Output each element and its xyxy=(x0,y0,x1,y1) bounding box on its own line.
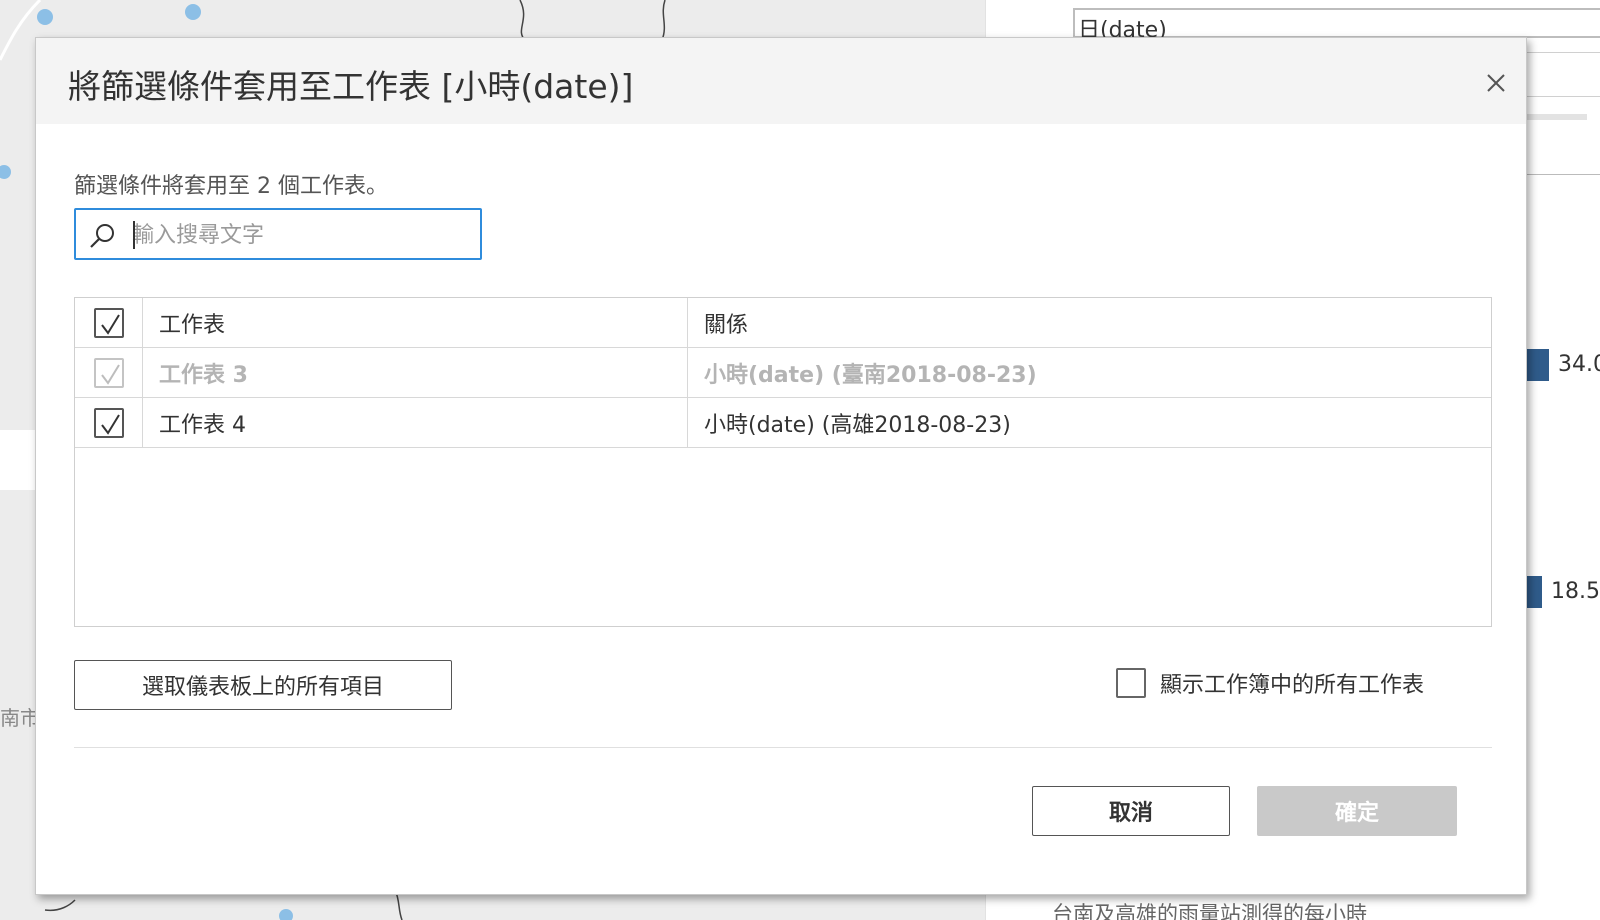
row-checkbox[interactable] xyxy=(93,408,124,438)
select-all-dashboard-items-button[interactable]: 選取儀表板上的所有項目 xyxy=(74,660,452,710)
dialog-title: 將篩選條件套用至工作表 [小時(date)] xyxy=(68,67,634,106)
text-caret xyxy=(133,221,135,249)
sheet-relation: 小時(date) (臺南2018-08-23) xyxy=(704,363,1037,388)
row-checkbox xyxy=(93,358,124,388)
ok-button[interactable]: 確定 xyxy=(1257,786,1457,836)
map-place-label: 南市 xyxy=(0,706,40,730)
worksheet-table: 工作表 關係 工作表 3 小時(date) (臺南2018-08-23) 工作表… xyxy=(74,297,1492,627)
checkmark-icon xyxy=(100,364,120,385)
background-caption: 台南及高雄的雨量站測得的每小時 xyxy=(1052,902,1367,920)
checkmark-icon xyxy=(100,314,120,335)
station-marker xyxy=(0,165,11,179)
show-all-sheets-checkbox[interactable] xyxy=(1116,668,1146,698)
table-row: 工作表 3 小時(date) (臺南2018-08-23) xyxy=(75,348,1491,398)
cancel-button[interactable]: 取消 xyxy=(1032,786,1230,836)
sheet-name: 工作表 3 xyxy=(143,348,688,398)
table-header-row: 工作表 關係 xyxy=(75,298,1491,348)
apply-filter-dialog: 將篩選條件套用至工作表 [小時(date)] 篩選條件將套用至 2 個工作表。 xyxy=(35,37,1527,895)
close-button[interactable] xyxy=(1478,65,1514,101)
show-all-sheets-label: 顯示工作簿中的所有工作表 xyxy=(1160,673,1425,698)
close-icon xyxy=(1487,74,1505,92)
column-header-relation: 關係 xyxy=(704,313,749,338)
show-all-sheets-toggle[interactable]: 顯示工作簿中的所有工作表 xyxy=(1116,666,1424,700)
background-bar xyxy=(1527,576,1542,608)
background-bar-label: 18.5 xyxy=(1551,579,1600,604)
filter-sheet-count-text: 篩選條件將套用至 2 個工作表。 xyxy=(74,174,388,199)
select-all-sheets-checkbox[interactable] xyxy=(93,308,124,338)
station-marker xyxy=(37,9,53,25)
column-header-sheet: 工作表 xyxy=(143,298,688,348)
station-marker xyxy=(185,4,201,20)
checkmark-icon xyxy=(100,414,120,435)
search-field[interactable] xyxy=(74,208,482,260)
station-marker xyxy=(279,909,293,920)
background-bar-label: 34.0 xyxy=(1558,352,1600,377)
dialog-header: 將篩選條件套用至工作表 [小時(date)] xyxy=(36,38,1526,124)
sheet-relation: 小時(date) (高雄2018-08-23) xyxy=(704,413,1011,438)
background-bar xyxy=(1527,349,1549,381)
footer-divider xyxy=(74,747,1492,748)
search-input[interactable] xyxy=(132,218,472,252)
table-row[interactable]: 工作表 4 小時(date) (高雄2018-08-23) xyxy=(75,398,1491,448)
sheet-name: 工作表 4 xyxy=(143,398,688,448)
search-icon xyxy=(90,224,114,248)
